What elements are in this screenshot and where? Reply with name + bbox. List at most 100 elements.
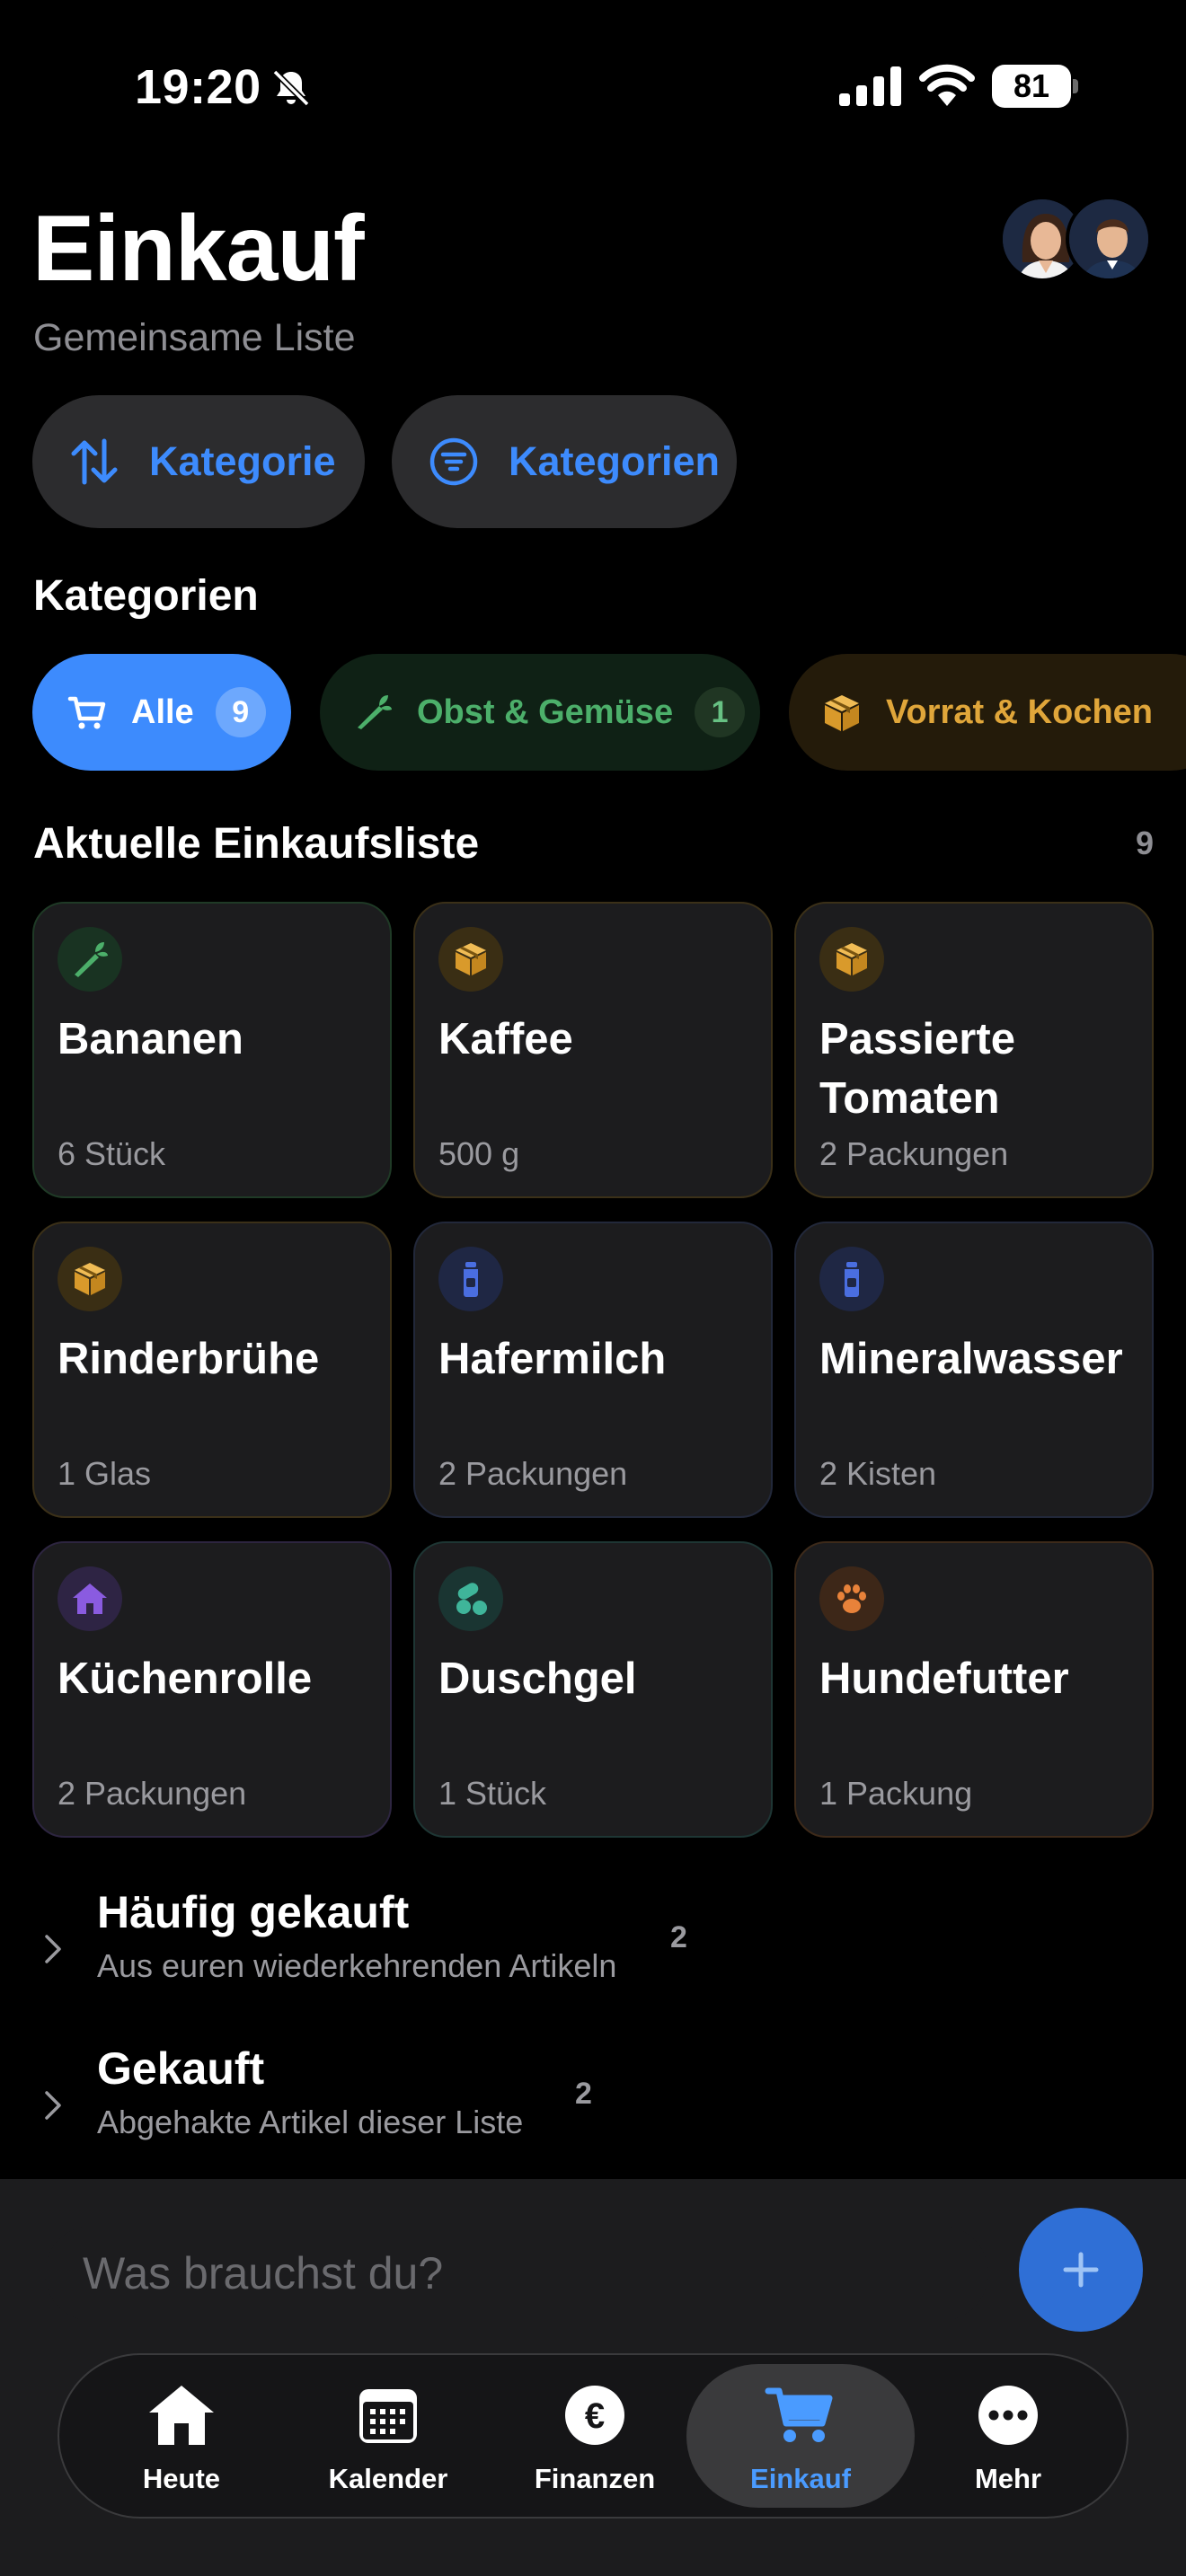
tab-mehr[interactable]: Mehr xyxy=(904,2364,1112,2508)
carrot-icon xyxy=(358,695,392,729)
plus-icon xyxy=(1063,2252,1099,2288)
item-name: Bananen xyxy=(58,1015,243,1063)
bell-muted-icon xyxy=(272,69,310,107)
section-subtitle: Aus euren wiederkehrenden Artikeln xyxy=(97,1947,617,1984)
category-chip-pantry[interactable]: Vorrat & Kochen xyxy=(789,654,1186,771)
tab-finanzen[interactable]: € Finanzen xyxy=(491,2364,699,2508)
list-item[interactable]: Duschgel 1 Stück xyxy=(413,1541,773,1838)
euro-icon: € xyxy=(559,2382,631,2448)
item-name: Duschgel xyxy=(438,1654,637,1703)
list-item[interactable]: Hafermilch 2 Packungen xyxy=(413,1222,773,1518)
paw-icon xyxy=(837,1584,866,1613)
item-quantity: 1 Stück xyxy=(438,1775,547,1812)
card-icon xyxy=(58,927,122,992)
item-quantity: 1 Packung xyxy=(819,1775,973,1812)
card-icon xyxy=(438,1566,503,1631)
section-title: Häufig gekauft xyxy=(97,1887,410,1937)
man-avatar-icon xyxy=(1069,199,1148,278)
sort-arrows-icon xyxy=(71,438,118,485)
filter-button[interactable]: Kategorien xyxy=(392,395,737,528)
item-quantity: 6 Stück xyxy=(58,1135,166,1172)
tab-label: Finanzen xyxy=(534,2463,656,2494)
section-title: Gekauft xyxy=(97,2043,265,2094)
item-name: Kaffee xyxy=(438,1015,573,1063)
section-count: 2 xyxy=(670,1920,687,1954)
category-chip-label: Vorrat & Kochen xyxy=(886,693,1154,731)
section-count: 2 xyxy=(575,2077,592,2111)
pills-icon xyxy=(456,1583,487,1615)
tab-bar: Heute Kalender € Finanzen Einkauf Mehr xyxy=(58,2353,1128,2519)
add-item-button[interactable] xyxy=(1019,2208,1143,2332)
category-chip-count: 1 xyxy=(695,687,746,737)
item-name: Hundefutter xyxy=(819,1654,1069,1703)
item-name: Rinderbrühe xyxy=(58,1335,320,1383)
carrot-icon xyxy=(75,942,108,977)
cart-icon xyxy=(765,2382,836,2448)
item-quantity: 1 Glas xyxy=(58,1455,152,1492)
add-item-input[interactable] xyxy=(45,2226,988,2321)
box-icon xyxy=(456,943,486,975)
more-icon xyxy=(972,2382,1044,2448)
card-icon xyxy=(819,1247,884,1311)
tab-label: Kalender xyxy=(328,2463,448,2494)
calendar-icon xyxy=(352,2382,424,2448)
cart-icon xyxy=(67,696,106,729)
shopping-screen: 19:20 81 Einkauf Gemeinsame Liste Katego… xyxy=(0,0,1186,2576)
box-icon xyxy=(825,695,859,731)
tab-einkauf[interactable]: Einkauf xyxy=(686,2364,915,2508)
category-chip-count: 9 xyxy=(215,687,266,737)
shopping-list-heading: Aktuelle Einkaufsliste xyxy=(33,820,480,868)
sort-button[interactable]: Kategorie xyxy=(32,395,365,528)
list-item[interactable]: Passierte Tomaten 2 Packungen xyxy=(794,902,1154,1198)
box-icon xyxy=(836,943,867,975)
filter-circle-icon xyxy=(429,437,478,486)
item-name: Passierte Tomaten xyxy=(819,1015,1015,1123)
category-chip-produce[interactable]: Obst & Gemüse 1 xyxy=(320,654,760,771)
purchased-section[interactable]: Gekauft Abgehakte Artikel dieser Liste 2 xyxy=(32,2042,1154,2168)
shopping-list-count: 9 xyxy=(1135,825,1154,861)
list-item[interactable]: Mineralwasser 2 Kisten xyxy=(794,1222,1154,1518)
filter-button-label: Kategorien xyxy=(509,438,721,484)
page-title: Einkauf xyxy=(32,197,365,301)
wifi-icon xyxy=(919,64,975,106)
category-chip-all[interactable]: Alle 9 xyxy=(32,654,291,771)
item-quantity: 2 Kisten xyxy=(819,1455,937,1492)
box-icon xyxy=(75,1263,105,1295)
card-icon xyxy=(438,927,503,992)
list-item[interactable]: Bananen 6 Stück xyxy=(32,902,392,1198)
cellular-signal-icon xyxy=(839,66,901,106)
svg-text:€: € xyxy=(585,2396,605,2436)
list-item[interactable]: Rinderbrühe 1 Glas xyxy=(32,1222,392,1518)
frequently-bought-section[interactable]: Häufig gekauft Aus euren wiederkehrenden… xyxy=(32,1886,1154,2012)
tab-kalender[interactable]: Kalender xyxy=(284,2364,492,2508)
list-item[interactable]: Hundefutter 1 Packung xyxy=(794,1541,1154,1838)
status-time: 19:20 xyxy=(135,60,261,114)
tab-label: Heute xyxy=(142,2463,221,2494)
page-subtitle: Gemeinsame Liste xyxy=(33,316,356,359)
bottle-icon xyxy=(845,1262,859,1297)
battery-indicator: 81 xyxy=(992,65,1078,108)
bottle-icon xyxy=(464,1262,478,1297)
battery-tip xyxy=(1073,79,1078,93)
item-quantity: 500 g xyxy=(438,1135,520,1172)
home-icon xyxy=(146,2382,217,2448)
avatar-user-2[interactable] xyxy=(1066,196,1152,282)
item-quantity: 2 Packungen xyxy=(58,1775,247,1812)
battery-level: 81 xyxy=(1013,67,1050,104)
list-item[interactable]: Küchenrolle 2 Packungen xyxy=(32,1541,392,1838)
card-icon xyxy=(819,927,884,992)
category-chip-label: Alle xyxy=(131,693,194,731)
tab-heute[interactable]: Heute xyxy=(77,2364,286,2508)
house-icon xyxy=(73,1584,107,1614)
categories-heading: Kategorien xyxy=(33,572,259,620)
chevron-right-icon xyxy=(45,2091,61,2120)
sort-button-label: Kategorie xyxy=(149,438,336,484)
item-name: Mineralwasser xyxy=(819,1335,1123,1383)
card-icon xyxy=(58,1566,122,1631)
section-subtitle: Abgehakte Artikel dieser Liste xyxy=(97,2104,524,2140)
item-quantity: 2 Packungen xyxy=(819,1135,1009,1172)
list-item[interactable]: Kaffee 500 g xyxy=(413,902,773,1198)
category-chip-label: Obst & Gemüse xyxy=(417,693,674,731)
card-icon xyxy=(58,1247,122,1311)
tab-label: Einkauf xyxy=(750,2463,851,2494)
